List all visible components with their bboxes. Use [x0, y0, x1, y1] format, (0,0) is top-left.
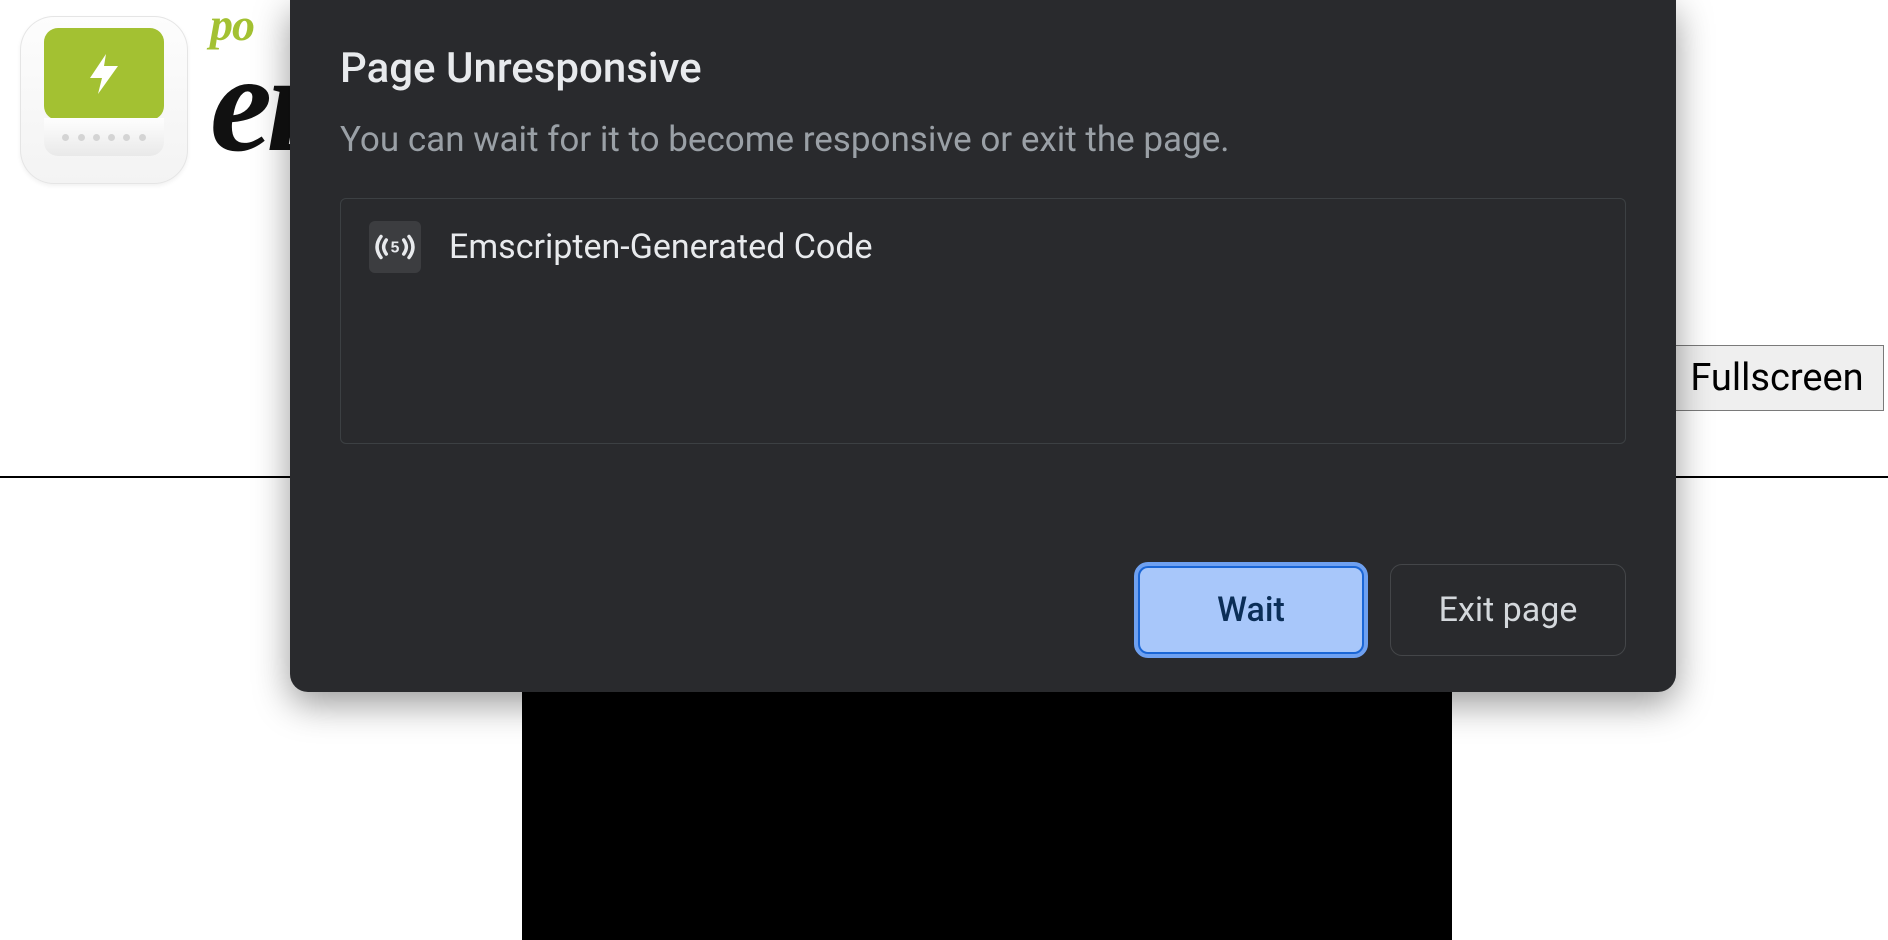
lightning-icon	[80, 42, 128, 106]
dot-icon	[78, 134, 85, 141]
wait-button[interactable]: Wait	[1136, 564, 1366, 656]
app-icon	[20, 16, 188, 184]
list-item-label: Emscripten-Generated Code	[449, 227, 873, 267]
fullscreen-button[interactable]: Fullscreen	[1670, 345, 1884, 411]
fullscreen-label: Fullscreen	[1690, 356, 1863, 400]
page-background: po eı Fullscreen Page Unresponsive You c…	[0, 0, 1888, 936]
app-icon-top	[44, 28, 164, 120]
dialog-actions: Wait Exit page	[340, 524, 1626, 656]
wait-button-label: Wait	[1217, 590, 1285, 630]
broadcast-icon: 5	[369, 221, 421, 273]
exit-button-label: Exit page	[1439, 590, 1578, 630]
exit-page-button[interactable]: Exit page	[1390, 564, 1626, 656]
app-icon-bottom	[44, 118, 164, 156]
dot-icon	[139, 134, 146, 141]
svg-text:5: 5	[391, 239, 400, 256]
dot-icon	[93, 134, 100, 141]
dot-icon	[108, 134, 115, 141]
page-unresponsive-dialog: Page Unresponsive You can wait for it to…	[290, 0, 1676, 692]
dialog-title: Page Unresponsive	[340, 44, 1626, 93]
logo-main: eı	[210, 26, 299, 181]
dot-icon	[62, 134, 69, 141]
emscripten-logo-text: po eı	[210, 2, 299, 160]
unresponsive-pages-list: 5 Emscripten-Generated Code	[340, 198, 1626, 444]
list-item: 5 Emscripten-Generated Code	[369, 221, 1597, 273]
dot-icon	[123, 134, 130, 141]
dialog-subtitle: You can wait for it to become responsive…	[340, 119, 1626, 160]
